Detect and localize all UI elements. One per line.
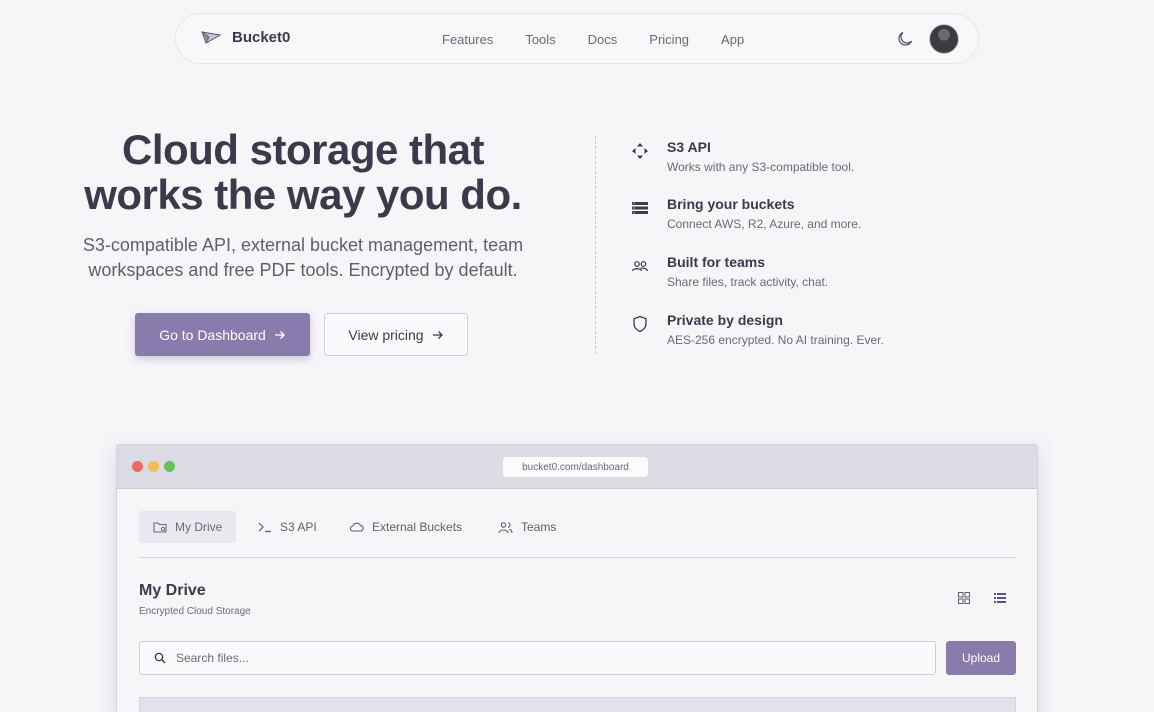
tab-my-drive[interactable]: My Drive bbox=[139, 511, 237, 543]
window-maximize-dot bbox=[164, 461, 175, 472]
feature-title: Private by design bbox=[667, 312, 783, 328]
top-nav: Bucket0 Features Tools Docs Pricing App bbox=[175, 13, 979, 64]
nav-link-pricing[interactable]: Pricing bbox=[649, 32, 689, 47]
dashboard-tabs: My Drive S3 API External Buckets Teams bbox=[139, 511, 1016, 558]
avatar[interactable] bbox=[929, 24, 959, 54]
search-box bbox=[139, 641, 936, 675]
window-close-dot bbox=[132, 461, 143, 472]
file-table-header bbox=[139, 697, 1016, 712]
tab-label: External Buckets bbox=[372, 520, 463, 534]
tab-label: My Drive bbox=[175, 520, 223, 534]
folder-icon bbox=[153, 522, 167, 533]
feature-desc: Works with any S3-compatible tool. bbox=[667, 160, 855, 174]
feature-title: S3 API bbox=[667, 139, 711, 155]
arrow-right-icon bbox=[274, 330, 285, 339]
upload-button[interactable]: Upload bbox=[946, 641, 1016, 675]
paper-plane-logo-icon bbox=[201, 31, 222, 44]
address-bar: bucket0.com/dashboard bbox=[503, 457, 648, 477]
users-icon bbox=[498, 521, 513, 533]
move-arrows-icon bbox=[630, 141, 650, 161]
search-icon bbox=[154, 652, 166, 664]
nav-link-features[interactable]: Features bbox=[442, 32, 493, 47]
feature-title: Built for teams bbox=[667, 254, 766, 270]
feature-desc: Connect AWS, R2, Azure, and more. bbox=[667, 217, 862, 231]
drive-title: My Drive bbox=[139, 582, 206, 599]
view-pricing-button[interactable]: View pricing bbox=[324, 313, 468, 356]
server-stack-icon bbox=[630, 198, 650, 218]
feature-title: Bring your buckets bbox=[667, 196, 795, 212]
drive-subtitle: Encrypted Cloud Storage bbox=[139, 606, 251, 617]
go-to-dashboard-button[interactable]: Go to Dashboard bbox=[135, 313, 310, 356]
tab-teams[interactable]: Teams bbox=[484, 511, 570, 543]
nav-link-app[interactable]: App bbox=[721, 32, 744, 47]
users-icon bbox=[630, 256, 650, 276]
nav-links: Features Tools Docs Pricing App bbox=[442, 32, 776, 47]
go-to-dashboard-label: Go to Dashboard bbox=[159, 326, 266, 343]
hero-subtitle: S3-compatible API, external bucket manag… bbox=[82, 235, 524, 280]
hero-divider bbox=[595, 136, 596, 354]
tab-label: S3 API bbox=[280, 520, 317, 534]
list-view-icon[interactable] bbox=[994, 592, 1006, 604]
feature-desc: Share files, track activity, chat. bbox=[667, 275, 829, 289]
tab-label: Teams bbox=[521, 520, 557, 534]
terminal-icon bbox=[258, 522, 271, 533]
tab-external-buckets[interactable]: External Buckets bbox=[335, 511, 476, 543]
tab-s3-api[interactable]: S3 API bbox=[244, 511, 331, 543]
browser-title-bar: bucket0.com/dashboard bbox=[117, 445, 1037, 489]
moon-icon[interactable] bbox=[896, 30, 914, 48]
nav-link-tools[interactable]: Tools bbox=[525, 32, 555, 47]
brand[interactable]: Bucket0 bbox=[200, 26, 290, 48]
arrow-right-icon bbox=[432, 330, 443, 339]
hero-title: Cloud storage that works the way you do. bbox=[84, 126, 522, 218]
cloud-icon bbox=[349, 522, 364, 532]
search-input[interactable] bbox=[176, 651, 876, 665]
shield-icon bbox=[630, 314, 650, 334]
nav-link-docs[interactable]: Docs bbox=[588, 32, 618, 47]
grid-view-icon[interactable] bbox=[958, 592, 970, 604]
view-pricing-label: View pricing bbox=[348, 326, 424, 343]
window-minimize-dot bbox=[148, 461, 159, 472]
brand-name: Bucket0 bbox=[232, 28, 291, 46]
dashboard-preview-window: bucket0.com/dashboard My Drive S3 API Ex… bbox=[116, 444, 1038, 712]
feature-desc: AES-256 encrypted. No AI training. Ever. bbox=[667, 333, 884, 347]
